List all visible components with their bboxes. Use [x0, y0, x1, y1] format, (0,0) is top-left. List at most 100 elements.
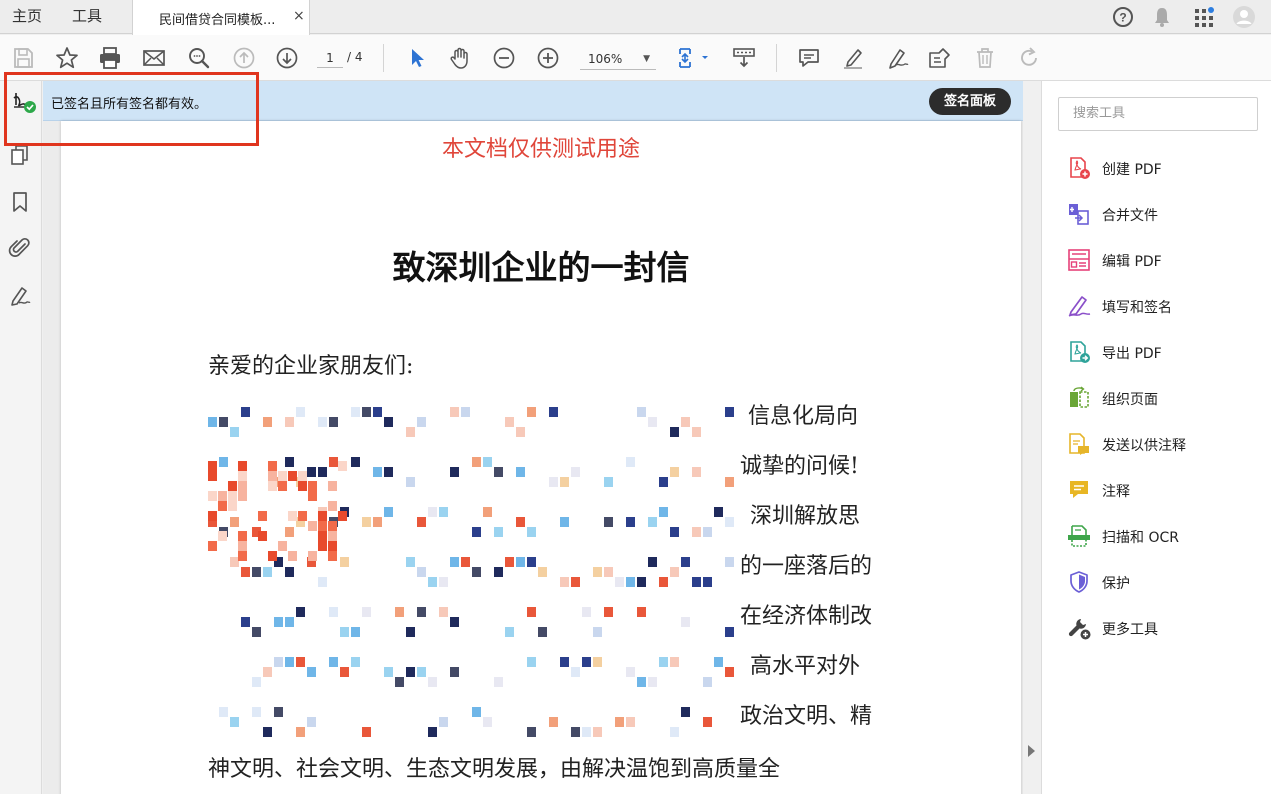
redaction-pixel — [238, 481, 247, 491]
signature-panel-button[interactable]: 签名面板 — [929, 88, 1011, 115]
signature-pane-icon[interactable] — [8, 284, 32, 308]
save-icon[interactable] — [10, 45, 36, 71]
zoom-search-icon[interactable] — [186, 45, 212, 71]
tool-send-for-comments[interactable]: 发送以供注释 — [1066, 429, 1256, 459]
redaction-pixel — [626, 717, 635, 727]
help-icon[interactable]: ? — [1111, 5, 1135, 29]
combine-files-icon — [1066, 201, 1092, 227]
redaction-pixel — [238, 461, 247, 471]
redaction-pixel — [285, 457, 294, 467]
avatar[interactable] — [1232, 5, 1256, 29]
zoom-in-icon[interactable] — [535, 45, 561, 71]
redaction-pixel — [637, 607, 646, 617]
tool-create-pdf[interactable]: 创建 PDF — [1066, 153, 1256, 183]
redaction-pixel — [571, 727, 580, 737]
page-fit-icon[interactable] — [675, 45, 713, 71]
redaction-pixel — [362, 407, 371, 417]
redaction-pixel — [450, 667, 459, 677]
email-icon[interactable] — [141, 45, 167, 71]
redaction-pixel — [417, 667, 426, 677]
tab-tools[interactable]: 工具 — [72, 0, 102, 34]
bookmark-icon[interactable] — [8, 190, 32, 214]
page-up-icon[interactable] — [231, 45, 257, 71]
redaction-pixel — [307, 667, 316, 677]
redaction-pixel — [228, 491, 237, 501]
highlighter-icon[interactable] — [840, 45, 866, 71]
tool-protect[interactable]: 保护 — [1066, 567, 1256, 597]
redaction-pixel — [208, 471, 217, 481]
hand-tool-icon[interactable] — [447, 45, 473, 71]
redaction-pixel — [296, 407, 305, 417]
redaction-pixel — [670, 567, 679, 577]
tool-fill-sign[interactable]: 填写和签名 — [1066, 291, 1256, 321]
redaction-pixel — [268, 551, 277, 561]
redaction-pixel — [329, 607, 338, 617]
redaction-pixel — [318, 511, 327, 521]
redaction-pixel — [626, 667, 635, 677]
tab-document[interactable]: 民间借贷合同模板... × — [132, 0, 310, 35]
zoom-level-select[interactable]: 106% ▼ — [580, 48, 656, 70]
print-icon[interactable] — [97, 45, 123, 71]
redaction-pixel — [725, 667, 734, 677]
tool-export-pdf[interactable]: 导出 PDF — [1066, 337, 1256, 367]
redaction-pixel — [252, 567, 261, 577]
comment-icon — [1066, 477, 1092, 503]
tab-home[interactable]: 主页 — [12, 0, 42, 34]
redaction-pixel — [659, 657, 668, 667]
bell-icon[interactable] — [1150, 5, 1174, 29]
redaction-pixel — [593, 657, 602, 667]
tool-comment[interactable]: 注释 — [1066, 475, 1256, 505]
redaction-pixel — [252, 677, 261, 687]
page-number-input[interactable]: 1 — [317, 48, 343, 68]
pixelated-redaction — [208, 401, 738, 741]
redaction-pixel — [593, 567, 602, 577]
redaction-pixel — [483, 717, 492, 727]
redaction-pixel — [582, 657, 591, 667]
tool-combine-files[interactable]: 合并文件 — [1066, 199, 1256, 229]
redaction-pixel — [288, 471, 297, 481]
page-thumbnails-icon[interactable] — [8, 143, 32, 167]
redaction-pixel — [351, 457, 360, 467]
document-title: 致深圳企业的一封信 — [392, 248, 690, 287]
trash-icon[interactable] — [972, 45, 998, 71]
collapse-right-pane-icon[interactable] — [1026, 742, 1036, 757]
redaction-pixel — [549, 407, 558, 417]
draw-pen-icon[interactable] — [884, 45, 910, 71]
zoom-out-icon[interactable] — [491, 45, 517, 71]
search-tools-input[interactable]: 搜索工具 — [1058, 97, 1258, 131]
redaction-pixel — [417, 417, 426, 427]
annotation-highlight-box — [4, 72, 259, 146]
apps-grid-icon[interactable] — [1192, 5, 1216, 29]
attachment-icon[interactable] — [8, 235, 32, 259]
tool-edit-pdf[interactable]: 编辑 PDF — [1066, 245, 1256, 275]
redaction-pixel — [219, 457, 228, 467]
scroll-mode-icon[interactable] — [731, 45, 757, 71]
tool-label: 组织页面 — [1102, 392, 1158, 408]
redaction-pixel — [263, 417, 272, 427]
redaction-pixel — [681, 417, 690, 427]
comment-icon[interactable] — [796, 45, 822, 71]
close-icon[interactable]: × — [293, 8, 305, 24]
star-icon[interactable] — [54, 45, 80, 71]
tool-more-tools[interactable]: 更多工具 — [1066, 613, 1256, 643]
redaction-pixel — [384, 507, 393, 517]
redaction-pixel — [268, 471, 277, 481]
tool-scan-ocr[interactable]: 扫描和 OCR — [1066, 521, 1256, 551]
select-pointer-icon[interactable] — [404, 45, 430, 71]
redaction-pixel — [228, 501, 237, 511]
redaction-pixel — [714, 507, 723, 517]
redaction-pixel — [626, 577, 635, 587]
paragraph-line-tail: 信息化局向 — [748, 404, 859, 429]
redaction-pixel — [703, 577, 712, 587]
redaction-pixel — [670, 727, 679, 737]
redaction-pixel — [428, 577, 437, 587]
redaction-pixel — [527, 407, 536, 417]
redo-icon[interactable] — [1016, 45, 1042, 71]
redaction-pixel — [278, 471, 287, 481]
tool-organize-pages[interactable]: 组织页面 — [1066, 383, 1256, 413]
paragraph-last-line: 神文明、社会文明、生态文明发展，由解决温饱到高质量全 — [208, 757, 781, 782]
stamp-icon[interactable] — [927, 45, 953, 71]
redaction-pixel — [670, 527, 679, 537]
redaction-pixel — [681, 707, 690, 717]
page-down-icon[interactable] — [274, 45, 300, 71]
